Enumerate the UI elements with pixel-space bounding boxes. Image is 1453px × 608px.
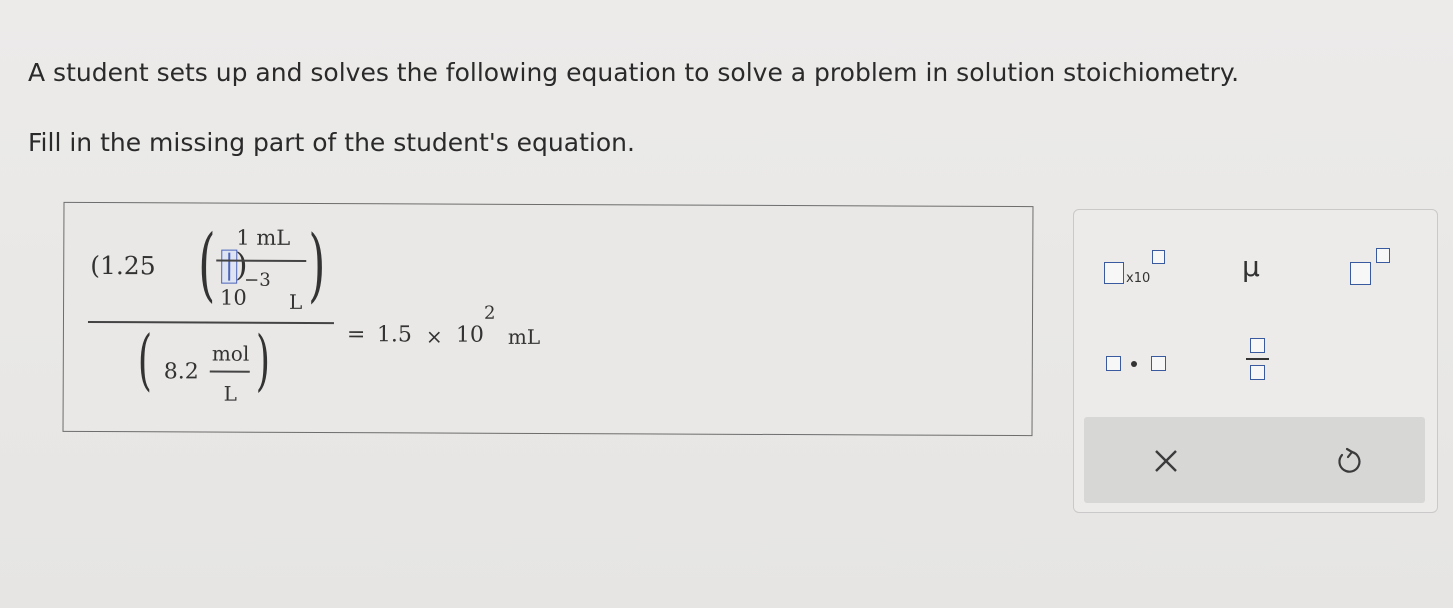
rhs-value: 1.5 <box>376 322 412 348</box>
equation-answer-box[interactable]: (1.25 ) ( 1 mL 10 −3 L ) ( 8.2 mol L ) =… <box>62 201 1034 437</box>
den-fraction-bottom: L <box>223 381 238 406</box>
left-box-icon <box>1106 356 1121 371</box>
close-icon <box>1155 450 1177 472</box>
multiply-dot-button[interactable] <box>1106 352 1176 376</box>
fraction-numerator: 1 mL <box>236 225 291 250</box>
x10-label: x10 <box>1126 271 1151 286</box>
rhs-unit: mL <box>507 324 541 349</box>
mu-symbol: μ <box>1242 250 1260 283</box>
times-sign: × <box>425 324 443 349</box>
sci-exponent-box-icon <box>1152 250 1165 264</box>
right-box-icon <box>1151 356 1166 371</box>
power-base: 10 <box>220 285 247 310</box>
mu-button[interactable]: μ <box>1240 250 1270 283</box>
math-toolbar: x10 μ <box>1073 209 1438 513</box>
den-fraction-top: mol <box>211 341 250 366</box>
base-box-icon <box>1350 262 1371 285</box>
fraction-button[interactable] <box>1246 334 1270 386</box>
coefficient: (1.25 <box>90 251 156 281</box>
denominator-box-icon <box>1250 365 1265 380</box>
rhs-power-exponent: 2 <box>483 302 496 324</box>
clear-button[interactable] <box>1146 441 1186 481</box>
den-fraction-bar <box>209 370 250 373</box>
equals-sign: = <box>346 322 366 348</box>
sci-base-box-icon <box>1104 262 1124 284</box>
open-paren-big: ( <box>198 217 216 311</box>
den-value: 8.2 <box>163 359 199 385</box>
main-fraction-bar <box>87 320 334 324</box>
scientific-notation-button[interactable]: x10 <box>1104 250 1174 290</box>
dot-icon <box>1131 361 1137 367</box>
numerator-box-icon <box>1250 338 1265 353</box>
superscript-button[interactable] <box>1350 248 1400 288</box>
rhs-power-base: 10 <box>455 322 484 348</box>
unit-liter: L <box>289 289 303 314</box>
exponent-box-icon <box>1376 248 1390 263</box>
question-line-2: Fill in the missing part of the student'… <box>28 128 635 157</box>
close-paren-big: ) <box>308 217 326 312</box>
power-exponent: −3 <box>244 269 271 291</box>
fraction-line-icon <box>1246 358 1269 360</box>
question-line-1: A student sets up and solves the followi… <box>28 58 1240 87</box>
undo-icon <box>1338 447 1361 473</box>
den-close-paren: ) <box>255 321 271 399</box>
undo-button[interactable] <box>1328 441 1368 481</box>
action-bar <box>1084 417 1425 503</box>
den-open-paren: ( <box>137 321 153 399</box>
